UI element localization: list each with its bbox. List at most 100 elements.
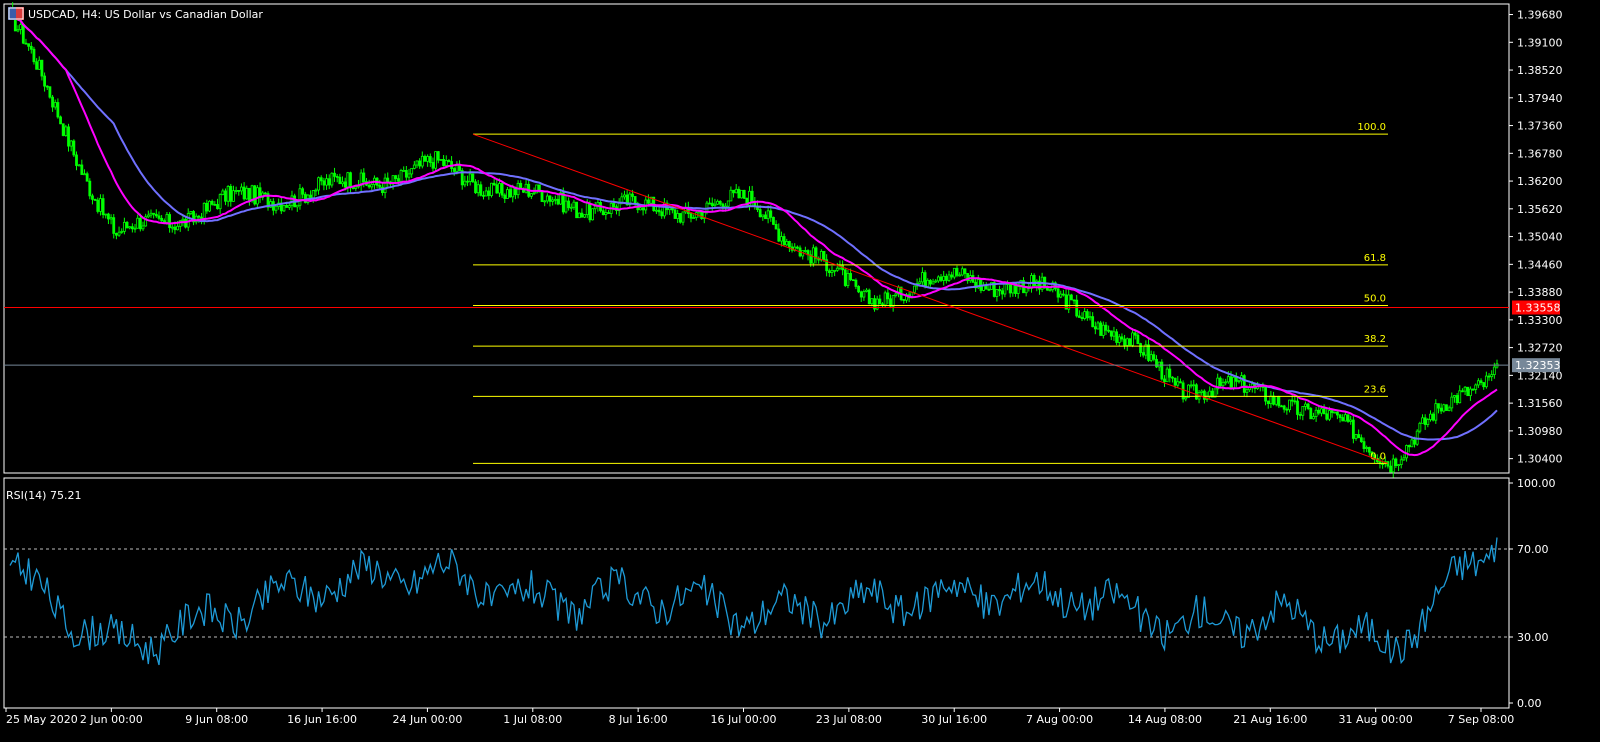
candle-body [168,214,172,228]
candle-body [700,211,704,219]
candle-body [407,173,411,178]
candle-body [1109,330,1113,337]
candle-body [1208,390,1212,397]
candle-body [995,289,999,297]
fib-trend-line [472,133,1389,464]
candle-body [1165,368,1169,383]
candle-body [418,160,422,167]
candle-body [213,203,217,206]
candle-body [1085,311,1089,319]
candle-body [458,165,461,171]
candle-body [61,123,65,136]
candle-body [657,209,661,213]
rsi-line [9,537,1498,666]
candle-body [245,187,249,200]
candle-body [346,172,350,188]
candle-body [428,156,432,163]
candle-body [833,269,837,272]
candle-body [224,190,227,202]
candle-body [564,200,568,213]
x-axis-tick-label: 30 Jul 16:00 [921,713,987,726]
candle-body [399,170,403,182]
y-axis-tick-label: 1.33300 [1517,314,1563,327]
candle-body [1322,408,1326,415]
candle-body [591,208,594,221]
candle-body [878,298,882,305]
candle-body [154,213,158,217]
candle-body [1141,352,1145,356]
current-price-label: 1.32353 [1515,359,1561,372]
candle-body [396,178,400,182]
candle-body [21,24,25,44]
candle-body [859,291,863,298]
candle-body [317,177,320,191]
ma-slow-line [9,6,1498,441]
candle-body [466,180,469,183]
candle-body [1226,376,1230,383]
candle-body [88,180,92,197]
candle-body [1218,377,1222,387]
candle-body [939,276,943,281]
candle-body [1046,287,1049,291]
candle-body [1264,387,1267,402]
candle-body [1120,336,1124,340]
candle-body [242,186,246,200]
candle-body [1003,283,1007,295]
candle-body [772,216,775,225]
candle-body [402,169,406,172]
candle-body [1391,458,1395,473]
candle-body [40,59,44,77]
candle-body [1306,403,1310,409]
candle-body [1314,409,1318,417]
candle-body [532,192,536,195]
candle-body [1434,403,1438,421]
candle-body [1429,413,1432,420]
candle-body [197,215,201,218]
candle-body [1338,414,1342,418]
candle-body [51,96,54,108]
chart-canvas[interactable]: 1.39680 1.39100 1.38520 1.37940 1.37360 1.367… [0,0,1600,742]
candle-body [112,217,116,234]
candle-body [1091,316,1095,328]
candle-body [1128,338,1132,346]
candle-body [1189,384,1193,387]
candle-body [253,185,257,205]
candle-body [1487,375,1491,378]
candle-body [1115,331,1119,343]
candle-body [1293,400,1297,403]
candle-body [928,279,932,285]
candle-body [96,199,100,212]
candle-body [950,274,954,278]
candle-body [732,189,735,194]
candle-body [1320,408,1323,414]
candle-body [843,269,847,286]
candle-body [274,206,278,211]
candle-body [1048,289,1052,292]
candle-body [181,218,185,222]
candle-body [1224,381,1228,384]
y-axis-tick-label: 1.39100 [1517,36,1563,49]
candle-body [1171,376,1174,379]
candle-body [1304,403,1307,407]
candle-body [1107,329,1111,332]
candle-body [1139,343,1142,353]
candle-body [811,247,815,264]
candle-body [593,205,597,210]
candle-body [529,193,533,197]
candle-body [208,200,211,212]
candle-body [716,200,719,205]
rsi-axis-tick-label: 100.00 [1517,477,1556,490]
y-axis-tick-label: 1.33880 [1517,286,1563,299]
x-axis-tick-label: 25 May 2020 [6,713,78,726]
candle-body [1402,457,1406,461]
candle-body [1000,290,1004,295]
candle-body [1301,406,1305,416]
candle-body [545,195,549,202]
candle-body [1147,344,1150,361]
candle-body [423,155,427,162]
candle-body [660,211,664,217]
x-axis-tick-label: 23 Jul 08:00 [816,713,882,726]
candle-body [468,173,472,182]
chart-window[interactable]: 1.39680 1.39100 1.38520 1.37940 1.37360 1.367… [0,0,1600,742]
candle-body [944,275,948,281]
